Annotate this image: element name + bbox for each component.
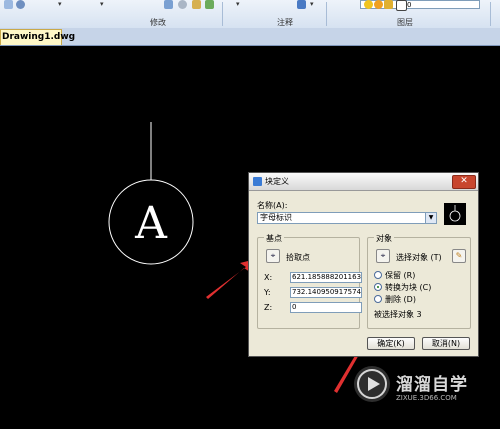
symbol-letter: A	[134, 198, 168, 249]
convert-to-block-label: 转换为块 (C)	[385, 283, 432, 292]
ribbon-separator	[326, 2, 327, 26]
document-tabs: Drawing1.dwg	[0, 28, 500, 46]
ok-button[interactable]: 确定(K)	[367, 337, 415, 350]
retain-radio[interactable]	[374, 271, 382, 279]
objects-group: 对象 ⌖ 选择对象 (T) ✎ 保留 (R) 转换为块 (C) 删除 (D) 被…	[367, 233, 471, 329]
y-input[interactable]: 732.1409509175741	[290, 287, 362, 298]
dialog-titlebar[interactable]: 块定义 ✕	[249, 173, 478, 191]
y-label: Y:	[264, 288, 271, 297]
lightbulb-icon	[364, 0, 373, 9]
watermark-name: 溜溜自学	[396, 375, 468, 395]
lock-icon	[384, 0, 393, 9]
delete-label: 删除 (D)	[385, 295, 416, 304]
tab-drawing1[interactable]: Drawing1.dwg	[0, 29, 75, 45]
quick-select-button[interactable]: ✎	[452, 249, 466, 263]
select-objects-label: 选择对象 (T)	[396, 253, 442, 262]
base-point-group: 基点 ⌖ 拾取点 X: 621.1858882011638 Y: 732.140…	[257, 233, 362, 329]
base-point-title: 基点	[264, 233, 284, 244]
circle-tool-icon[interactable]	[16, 0, 25, 9]
dialog-title: 块定义	[265, 177, 289, 186]
ribbon-separator	[222, 2, 223, 26]
watermark: 溜溜自学 ZIXUE.3D66.COM	[352, 362, 472, 416]
layout-icon[interactable]	[164, 0, 173, 9]
cloud-icon[interactable]	[4, 0, 13, 9]
ribbon: ▾ ▾ ▾ ▾ 0 修改 注释 图层	[0, 0, 500, 29]
layer-color-icon	[396, 0, 407, 11]
x-input[interactable]: 621.1858882011638	[290, 272, 362, 283]
pick-point-button[interactable]: ⌖	[266, 249, 280, 263]
block-name-combo[interactable]: 字母标识 ▼	[257, 212, 437, 224]
z-input[interactable]: 0	[290, 302, 362, 313]
block-name-value: 字母标识	[260, 213, 292, 222]
dropdown-arrow-2[interactable]: ▾	[100, 0, 104, 12]
dropdown-arrow-4[interactable]: ▾	[310, 0, 314, 12]
x-label: X:	[264, 273, 273, 282]
objects-title: 对象	[374, 233, 394, 244]
dropdown-arrow-1[interactable]: ▾	[58, 0, 62, 12]
sun-icon	[374, 0, 383, 9]
z-label: Z:	[264, 303, 273, 312]
convert-to-block-radio[interactable]	[374, 283, 382, 291]
image-icon[interactable]	[192, 0, 201, 9]
dropdown-arrow-3[interactable]: ▾	[236, 0, 240, 12]
gear-icon[interactable]	[178, 0, 187, 9]
panel-label-layers: 图层	[397, 18, 413, 27]
panel-label-annotate: 注释	[277, 18, 293, 27]
play-logo-icon	[354, 366, 390, 402]
block-preview	[444, 203, 466, 225]
block-icon	[253, 177, 262, 186]
selected-count: 被选择对象 3	[374, 310, 422, 319]
picture-icon[interactable]	[205, 0, 214, 9]
layer-value: 0	[407, 1, 412, 9]
ribbon-separator	[490, 2, 491, 26]
name-label: 名称(A):	[257, 201, 288, 210]
table-icon[interactable]	[297, 0, 306, 9]
pick-point-label: 拾取点	[286, 253, 310, 262]
annotation-arrow-basepoint	[206, 260, 252, 299]
block-definition-dialog: 块定义 ✕ 名称(A): 字母标识 ▼ 基点 ⌖ 拾取点 X: 621.1858…	[248, 172, 479, 357]
close-button[interactable]: ✕	[452, 175, 476, 189]
cancel-button[interactable]: 取消(N)	[422, 337, 470, 350]
select-objects-button[interactable]: ⌖	[376, 249, 390, 263]
panel-label-modify: 修改	[150, 18, 166, 27]
watermark-url: ZIXUE.3D66.COM	[396, 394, 457, 402]
chevron-down-icon[interactable]: ▼	[425, 213, 436, 223]
retain-label: 保留 (R)	[385, 271, 416, 280]
delete-radio[interactable]	[374, 295, 382, 303]
